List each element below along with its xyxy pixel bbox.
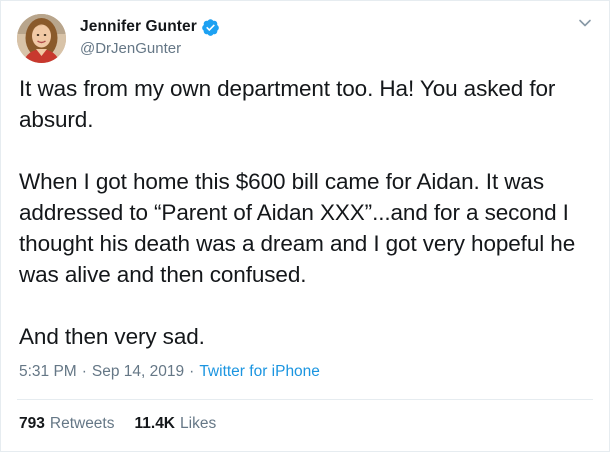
retweets-label: Retweets: [49, 415, 115, 432]
author-handle[interactable]: @DrJenGunter: [80, 40, 220, 57]
likes-count: 11.4K: [134, 415, 176, 432]
likes-stat[interactable]: 11.4K Likes: [135, 415, 217, 433]
avatar-image: [17, 13, 66, 63]
divider: [17, 399, 593, 400]
retweets-count: 793: [19, 415, 45, 432]
author-display-name[interactable]: Jennifer Gunter: [80, 18, 197, 36]
tweet-metadata: 5:31 PM · Sep 14, 2019 · Twitter for iPh…: [19, 363, 320, 381]
tweet-text: It was from my own department too. Ha! Y…: [19, 73, 599, 352]
verified-badge-icon: [201, 18, 220, 37]
name-row: Jennifer Gunter: [80, 18, 220, 37]
metadata-separator: ·: [189, 363, 195, 380]
tweet-date[interactable]: Sep 14, 2019: [92, 363, 184, 381]
tweet-header: Jennifer Gunter @DrJenGunter: [17, 13, 220, 63]
retweets-stat[interactable]: 793 Retweets: [19, 415, 115, 433]
tweet-paragraph: It was from my own department too. Ha! Y…: [19, 76, 556, 132]
tweet-stats: 793 Retweets 11.4K Likes: [19, 415, 216, 433]
likes-label: Likes: [180, 415, 217, 432]
avatar[interactable]: [17, 13, 66, 63]
tweet-time[interactable]: 5:31 PM: [19, 363, 77, 381]
tweet-paragraph: When I got home this $600 bill came for …: [19, 169, 576, 287]
tweet-paragraph: And then very sad.: [19, 324, 205, 349]
metadata-separator: ·: [81, 363, 87, 380]
author-names: Jennifer Gunter @DrJenGunter: [80, 18, 220, 57]
chevron-down-icon[interactable]: [577, 15, 593, 31]
tweet-source-link[interactable]: Twitter for iPhone: [199, 363, 320, 381]
tweet-card: Jennifer Gunter @DrJenGunter It was from…: [0, 0, 610, 452]
